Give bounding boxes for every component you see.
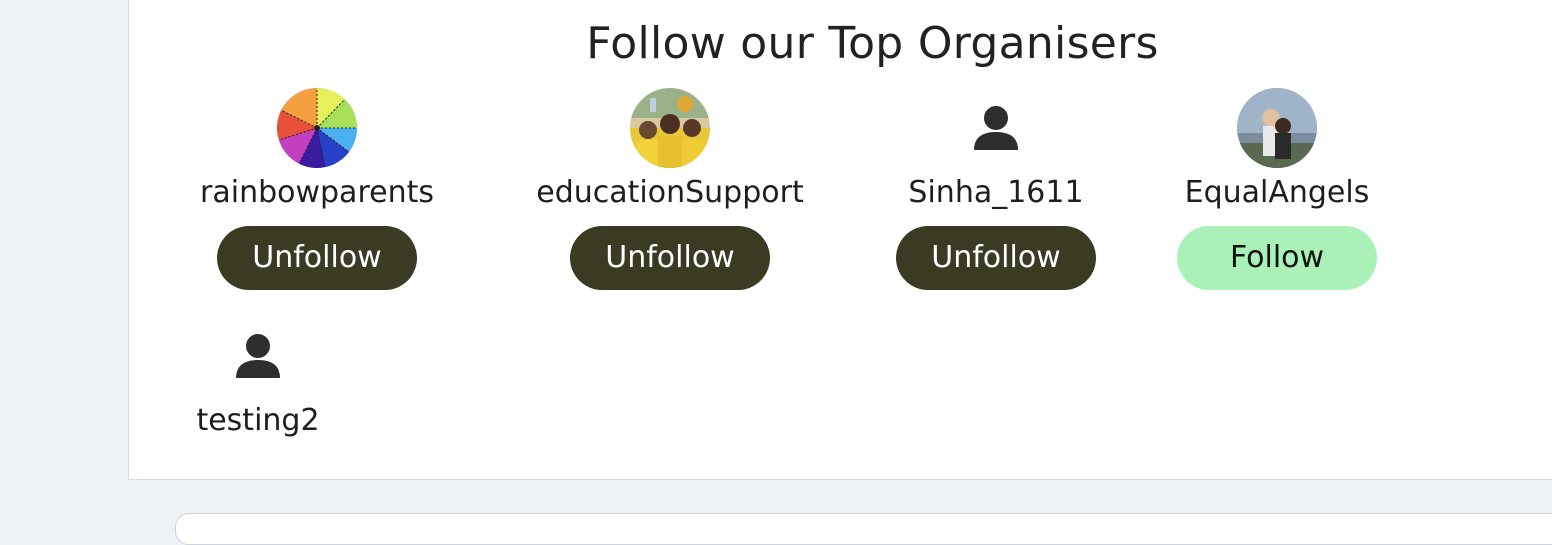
- user-icon[interactable]: [956, 88, 1036, 168]
- organiser-name[interactable]: EqualAngels: [1127, 172, 1427, 214]
- organiser-name[interactable]: educationSupport: [520, 172, 820, 214]
- organiser-name[interactable]: Sinha_1611: [846, 172, 1146, 214]
- follow-button[interactable]: Follow: [1177, 226, 1377, 290]
- section-title: Follow our Top Organisers: [586, 18, 1159, 69]
- crowd-photo-avatar[interactable]: [630, 88, 710, 168]
- organiser-name[interactable]: rainbowparents: [167, 172, 467, 214]
- unfollow-button[interactable]: Unfollow: [570, 226, 770, 290]
- organiser-name[interactable]: testing2: [108, 400, 408, 442]
- unfollow-button[interactable]: Unfollow: [896, 226, 1096, 290]
- user-icon[interactable]: [218, 316, 298, 396]
- couple-photo-avatar[interactable]: [1237, 88, 1317, 168]
- unfollow-button[interactable]: Unfollow: [217, 226, 417, 290]
- rainbow-wheel-avatar[interactable]: [277, 88, 357, 168]
